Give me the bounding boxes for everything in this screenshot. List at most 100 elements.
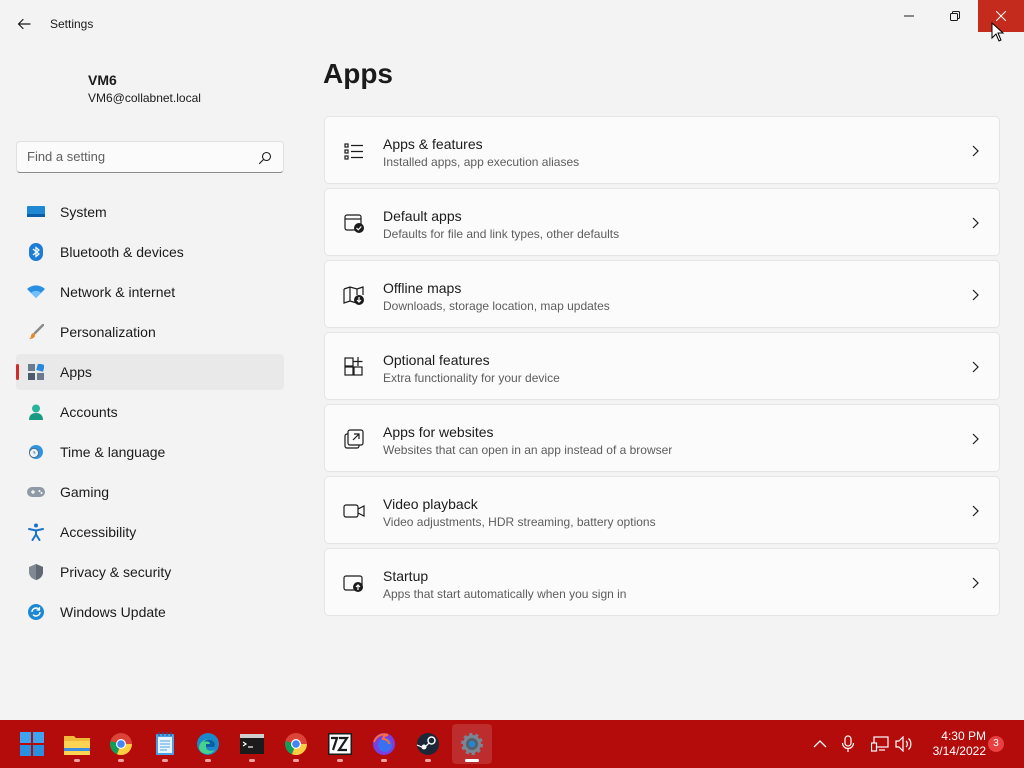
restore-button[interactable]: [932, 0, 978, 32]
sidebar-item-accessibility[interactable]: Accessibility: [16, 514, 284, 550]
profile-name: VM6: [88, 72, 117, 88]
sidebar-item-windows-update[interactable]: Windows Update: [16, 594, 284, 630]
chevron-right-icon: [972, 577, 979, 589]
back-button[interactable]: [10, 10, 38, 38]
file-explorer-icon: [64, 736, 90, 755]
taskbar-chrome[interactable]: [101, 724, 141, 764]
tray-overflow-button[interactable]: [810, 734, 830, 754]
taskbar-notepad[interactable]: [145, 724, 185, 764]
taskbar-firefox[interactable]: [364, 724, 404, 764]
sidebar-item-accounts[interactable]: Accounts: [16, 394, 284, 430]
sidebar-nav: System Bluetooth & devices Network & int…: [16, 194, 284, 634]
card-optional-features[interactable]: Optional features Extra functionality fo…: [324, 332, 1000, 400]
gamepad-icon: [27, 484, 45, 500]
sidebar-item-network-internet[interactable]: Network & internet: [16, 274, 284, 310]
card-title: Default apps: [383, 208, 462, 224]
sidebar-item-label: Gaming: [60, 484, 110, 500]
card-description: Installed apps, app execution aliases: [383, 155, 580, 169]
minimize-icon: [904, 15, 914, 17]
profile-email: VM6@collabnet.local: [88, 91, 201, 105]
map-download-icon: [343, 286, 364, 305]
card-default-apps[interactable]: Default apps Defaults for file and link …: [324, 188, 1000, 256]
taskbar: 4:30 PM 3/14/2022 3: [0, 720, 1024, 768]
network-icon: [871, 736, 889, 752]
notification-badge[interactable]: 3: [988, 736, 1004, 752]
sidebar-item-privacy-security[interactable]: Privacy & security: [16, 554, 284, 590]
card-title: Video playback: [383, 496, 478, 512]
card-apps-features[interactable]: Apps & features Installed apps, app exec…: [324, 116, 1000, 184]
bluetooth-icon: [27, 243, 45, 261]
card-description: Apps that start automatically when you s…: [383, 587, 627, 601]
tray-microphone[interactable]: [838, 734, 858, 754]
card-video-playback[interactable]: Video playback Video adjustments, HDR st…: [324, 476, 1000, 544]
chevron-right-icon: [972, 289, 979, 301]
taskbar-clock[interactable]: 4:30 PM 3/14/2022: [920, 729, 986, 759]
search-icon[interactable]: [257, 150, 273, 166]
card-title: Offline maps: [383, 280, 462, 296]
sidebar-item-personalization[interactable]: Personalization: [16, 314, 284, 350]
chevron-right-icon: [972, 217, 979, 229]
apps-icon: [27, 364, 45, 380]
list-icon: [344, 143, 363, 160]
microphone-icon: [841, 735, 855, 752]
terminal-icon: [240, 734, 264, 754]
card-startup[interactable]: Startup Apps that start automatically wh…: [324, 548, 1000, 616]
taskbar-start-button[interactable]: [12, 724, 52, 764]
sidebar-item-gaming[interactable]: Gaming: [16, 474, 284, 510]
user-profile[interactable]: VM6 VM6@collabnet.local: [88, 72, 201, 105]
tray-network[interactable]: [870, 734, 890, 754]
volume-icon: [895, 736, 912, 752]
taskbar-edge[interactable]: [188, 724, 228, 764]
card-description: Video adjustments, HDR streaming, batter…: [383, 515, 656, 529]
sidebar-item-apps[interactable]: Apps: [16, 354, 284, 390]
sidebar-item-time-language[interactable]: Time & language: [16, 434, 284, 470]
card-title: Apps & features: [383, 136, 483, 152]
taskbar-terminal[interactable]: [232, 724, 272, 764]
running-indicator: [425, 759, 431, 762]
taskbar-file-explorer[interactable]: [57, 724, 97, 764]
title-bar: Settings: [0, 0, 1024, 48]
taskbar-7zip[interactable]: [320, 724, 360, 764]
minimize-button[interactable]: [886, 0, 932, 32]
start-icon: [20, 732, 44, 756]
running-indicator: [118, 759, 124, 762]
taskbar-settings[interactable]: [452, 724, 492, 764]
card-description: Websites that can open in an app instead…: [383, 443, 673, 457]
restore-icon: [950, 11, 960, 21]
7zip-icon: [328, 733, 352, 755]
update-icon: [27, 604, 45, 620]
sidebar-item-label: Network & internet: [60, 284, 176, 300]
chevron-up-icon: [813, 740, 827, 748]
running-indicator: [465, 759, 479, 762]
steam-icon: [416, 733, 439, 755]
selection-indicator: [16, 364, 19, 380]
card-description: Defaults for file and link types, other …: [383, 227, 620, 241]
clock-date: 3/14/2022: [932, 744, 986, 758]
chrome-icon: [110, 733, 133, 756]
tray-volume[interactable]: [894, 734, 914, 754]
card-description: Extra functionality for your device: [383, 371, 560, 385]
running-indicator: [205, 759, 211, 762]
sidebar-item-bluetooth-devices[interactable]: Bluetooth & devices: [16, 234, 284, 270]
settings-card-list: Apps & features Installed apps, app exec…: [324, 116, 1000, 620]
card-description: Downloads, storage location, map updates: [383, 299, 610, 313]
sidebar-item-label: Bluetooth & devices: [60, 244, 184, 260]
card-title: Optional features: [383, 352, 490, 368]
globe-clock-icon: [27, 444, 45, 460]
running-indicator: [162, 759, 168, 762]
running-indicator: [293, 759, 299, 762]
card-title: Startup: [383, 568, 429, 584]
running-indicator: [74, 759, 80, 762]
search-box[interactable]: [16, 141, 284, 173]
taskbar-steam[interactable]: [408, 724, 448, 764]
video-icon: [343, 504, 365, 518]
window-title: Settings: [50, 17, 94, 31]
search-input[interactable]: [27, 149, 247, 164]
sidebar-item-label: System: [60, 204, 107, 220]
card-offline-maps[interactable]: Offline maps Downloads, storage location…: [324, 260, 1000, 328]
taskbar-chrome-second[interactable]: [276, 724, 316, 764]
sidebar-item-system[interactable]: System: [16, 194, 284, 230]
card-apps-for-websites[interactable]: Apps for websites Websites that can open…: [324, 404, 1000, 472]
grid-add-icon: [344, 357, 363, 376]
edge-icon: [197, 733, 219, 755]
